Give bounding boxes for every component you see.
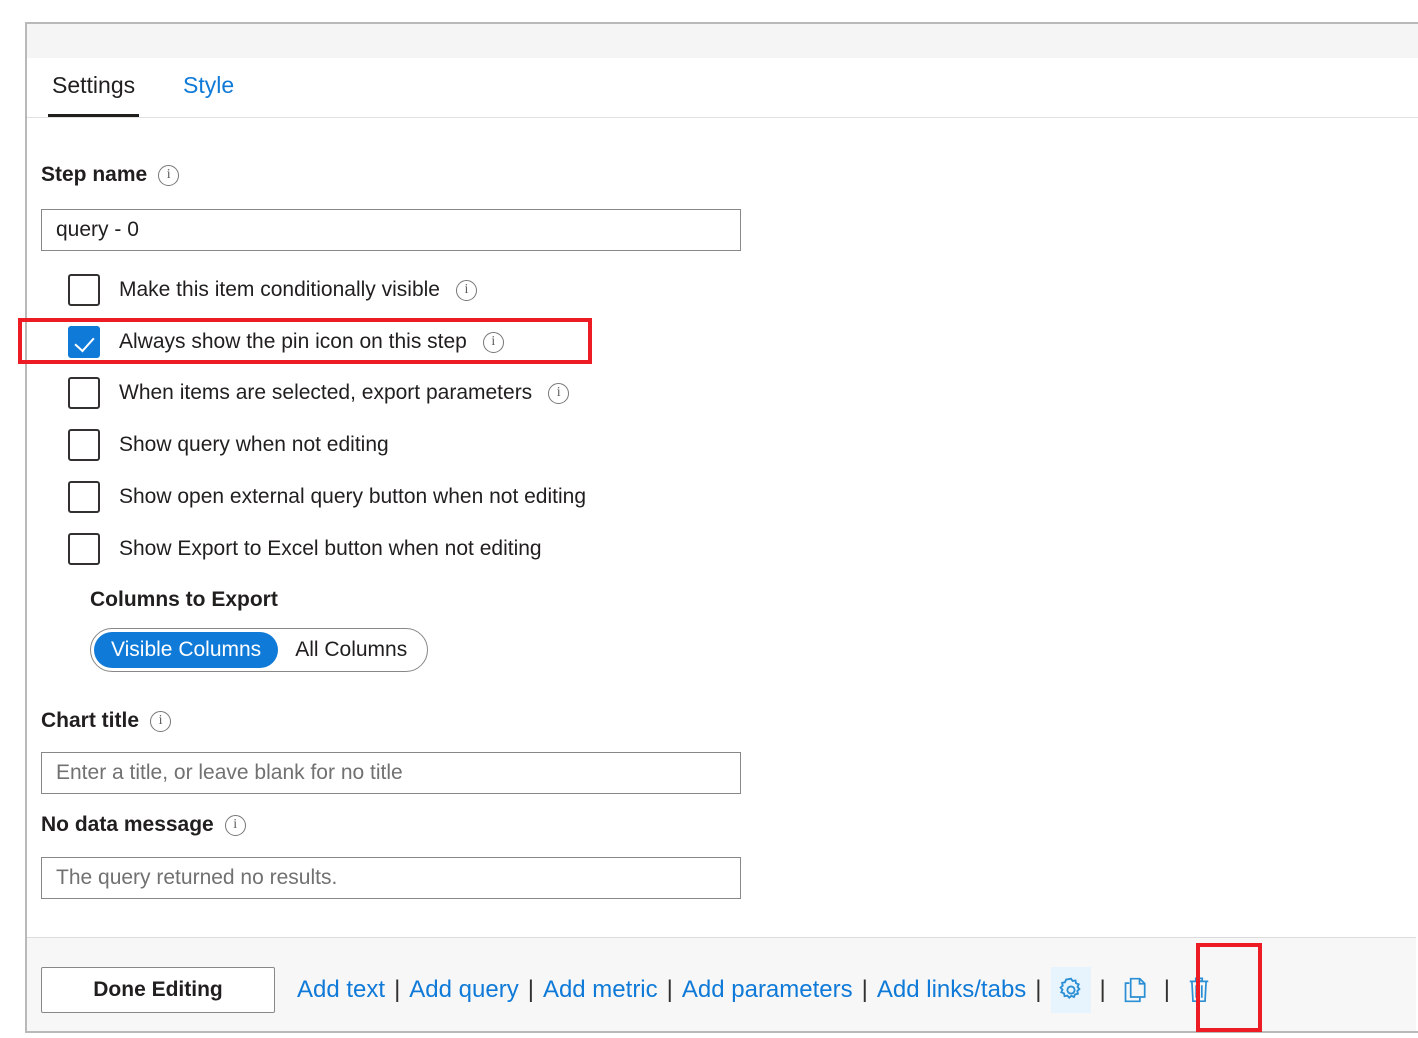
step-name-input[interactable]	[41, 209, 741, 251]
checkbox-row-show-export-to-excel[interactable]: Show Export to Excel button when not edi…	[68, 531, 542, 567]
toolbar-separator: |	[1026, 975, 1050, 1005]
checkbox-label-show-export-to-excel: Show Export to Excel button when not edi…	[119, 536, 542, 562]
chart-title-label-group: Chart title	[41, 709, 171, 733]
workbook-step-settings-panel: Settings Style Step name Make this item …	[0, 0, 1418, 1038]
toolbar-separator: |	[658, 975, 682, 1005]
step-name-info-icon[interactable]	[158, 165, 179, 186]
no-data-message-label-group: No data message	[41, 813, 246, 837]
toolbar-separator: |	[385, 975, 409, 1005]
no-data-message-info-icon[interactable]	[225, 815, 246, 836]
checkbox-row-show-open-external-query[interactable]: Show open external query button when not…	[68, 479, 586, 515]
toolbar-separator: |	[1155, 975, 1179, 1005]
gear-icon[interactable]	[1051, 967, 1091, 1013]
checkbox-row-export-parameters[interactable]: When items are selected, export paramete…	[68, 375, 569, 411]
checkbox-show-open-external-query[interactable]	[68, 481, 100, 513]
footer-toolbar: Done Editing Add text | Add query | Add …	[27, 937, 1416, 1031]
no-data-message-label: No data message	[41, 813, 214, 837]
done-editing-button[interactable]: Done Editing	[41, 967, 275, 1013]
toolbar-separator: |	[853, 975, 877, 1005]
tab-bar: Settings Style	[27, 58, 1418, 118]
no-data-message-input[interactable]	[41, 857, 741, 899]
checkbox-label-always-show-pin-icon: Always show the pin icon on this step	[119, 329, 467, 355]
tab-settings[interactable]: Settings	[48, 70, 139, 117]
always-show-pin-icon-info-icon[interactable]	[483, 332, 504, 353]
toolbar-separator: |	[1091, 975, 1115, 1005]
copy-icon[interactable]	[1115, 967, 1155, 1013]
add-parameters-link[interactable]: Add parameters	[682, 975, 853, 1005]
add-text-link[interactable]: Add text	[297, 975, 385, 1005]
checkbox-row-always-show-pin-icon[interactable]: Always show the pin icon on this step	[68, 324, 504, 360]
add-links-tabs-link[interactable]: Add links/tabs	[877, 975, 1026, 1005]
checkbox-show-export-to-excel[interactable]	[68, 533, 100, 565]
columns-to-export-label: Columns to Export	[90, 588, 278, 612]
panel-title-strip	[27, 24, 1418, 58]
step-name-label: Step name	[41, 163, 147, 187]
chart-title-info-icon[interactable]	[150, 711, 171, 732]
tab-style-label: Style	[183, 72, 234, 98]
columns-to-export-label-group: Columns to Export	[90, 588, 278, 612]
checkbox-row-show-query[interactable]: Show query when not editing	[68, 427, 389, 463]
checkbox-row-conditionally-visible[interactable]: Make this item conditionally visible	[68, 272, 477, 308]
columns-option-all-columns[interactable]: All Columns	[278, 632, 424, 668]
checkbox-label-conditionally-visible: Make this item conditionally visible	[119, 277, 440, 303]
tab-style[interactable]: Style	[179, 70, 238, 117]
toolbar-link-bar: Add text | Add query | Add metric | Add …	[297, 967, 1219, 1013]
checkbox-label-export-parameters: When items are selected, export paramete…	[119, 380, 532, 406]
chart-title-label: Chart title	[41, 709, 139, 733]
tab-settings-label: Settings	[52, 72, 135, 98]
settings-content: Step name Make this item conditionally v…	[27, 119, 1418, 937]
checkbox-always-show-pin-icon[interactable]	[68, 326, 100, 358]
step-name-label-group: Step name	[41, 163, 179, 187]
columns-option-visible-columns[interactable]: Visible Columns	[94, 632, 278, 668]
checkbox-label-show-query: Show query when not editing	[119, 432, 389, 458]
checkbox-show-query[interactable]	[68, 429, 100, 461]
export-parameters-info-icon[interactable]	[548, 383, 569, 404]
checkbox-export-parameters[interactable]	[68, 377, 100, 409]
toolbar-separator: |	[519, 975, 543, 1005]
chart-title-input[interactable]	[41, 752, 741, 794]
conditionally-visible-info-icon[interactable]	[456, 280, 477, 301]
checkbox-conditionally-visible[interactable]	[68, 274, 100, 306]
add-metric-link[interactable]: Add metric	[543, 975, 658, 1005]
checkbox-label-show-open-external-query: Show open external query button when not…	[119, 484, 586, 510]
add-query-link[interactable]: Add query	[409, 975, 518, 1005]
columns-to-export-toggle[interactable]: Visible Columns All Columns	[90, 628, 428, 672]
trash-icon[interactable]	[1179, 967, 1219, 1013]
